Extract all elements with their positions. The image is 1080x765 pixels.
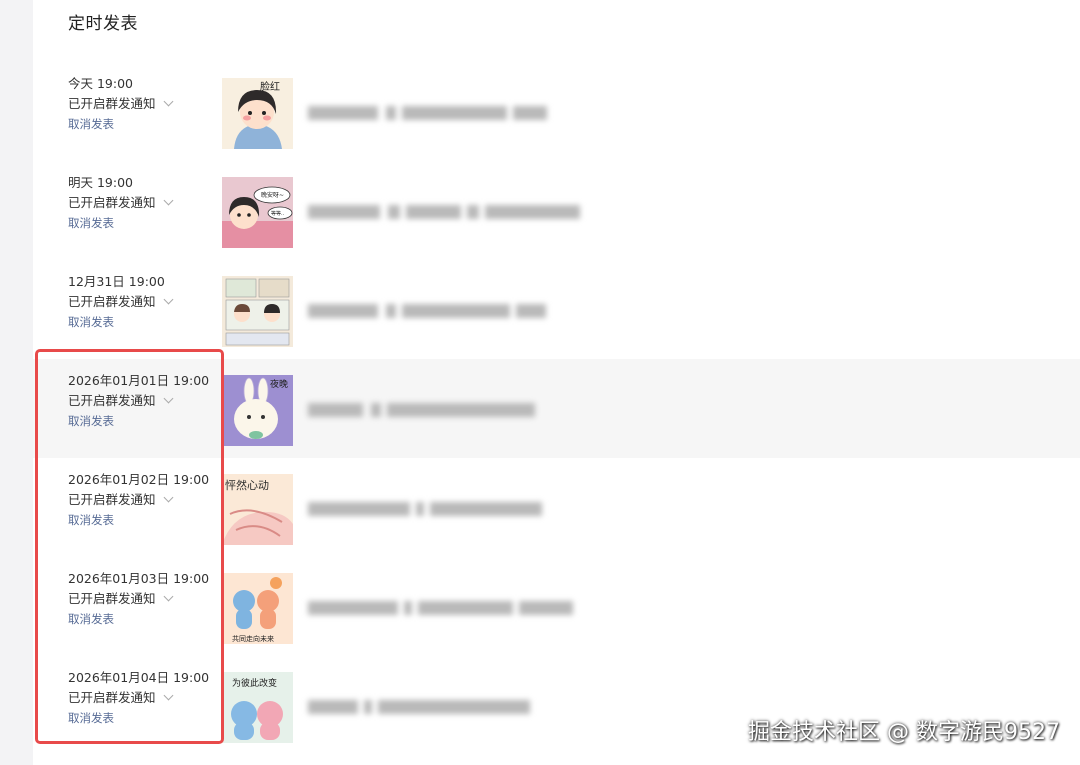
thumbnail-caption: 怦然心动 (225, 478, 269, 492)
post-thumbnail[interactable]: 晚安呀~ 等等.. (222, 177, 293, 248)
notify-label: 已开启群发通知 (68, 195, 156, 210)
post-title-blurred[interactable] (308, 302, 546, 320)
thumbnail-caption: 夜晚 (270, 378, 288, 390)
post-title-blurred[interactable] (308, 500, 542, 518)
cancel-publish-link[interactable]: 取消发表 (68, 114, 172, 134)
left-sidebar-strip (0, 0, 33, 765)
post-thumbnail[interactable] (222, 276, 293, 347)
thumbnail-caption: 脸红 (260, 80, 280, 93)
post-title-blurred[interactable] (308, 203, 580, 221)
chevron-down-icon (163, 96, 173, 107)
thumbnail-caption-2: 等等.. (271, 210, 285, 217)
thumbnail-caption: 共同走向未来 (232, 634, 274, 643)
scheduled-post-row: 明天 19:00 已开启群发通知 取消发表 晚安呀~ 等等.. (33, 161, 1080, 260)
cancel-publish-link[interactable]: 取消发表 (68, 213, 172, 233)
post-title-blurred[interactable] (308, 599, 573, 617)
post-info: 今天 19:00 已开启群发通知 取消发表 (68, 74, 173, 134)
post-title-blurred[interactable] (308, 104, 547, 122)
notify-dropdown[interactable]: 已开启群发通知 (68, 193, 173, 213)
post-info: 12月31日 19:00 已开启群发通知 取消发表 (68, 272, 173, 332)
post-title-blurred[interactable] (308, 698, 530, 716)
chevron-down-icon (163, 294, 173, 305)
post-time: 12月31日 19:00 (68, 274, 165, 289)
watermark: 掘金技术社区 @ 数字游民9527 (748, 720, 1060, 745)
post-info: 明天 19:00 已开启群发通知 取消发表 (68, 173, 173, 233)
notify-dropdown[interactable]: 已开启群发通知 (68, 292, 173, 312)
thumbnail-caption: 为彼此改变 (232, 677, 277, 689)
post-title-blurred[interactable] (308, 401, 535, 419)
notify-dropdown[interactable]: 已开启群发通知 (68, 94, 173, 114)
post-thumbnail[interactable]: 为彼此改变 (222, 672, 293, 743)
scheduled-post-row: 今天 19:00 已开启群发通知 取消发表 脸红 (33, 62, 1080, 161)
post-time: 今天 19:00 (68, 76, 133, 91)
scheduled-post-row: 12月31日 19:00 已开启群发通知 取消发表 (33, 260, 1080, 359)
highlight-annotation-box (35, 349, 224, 744)
post-thumbnail[interactable]: 夜晚 (222, 375, 293, 446)
post-time: 明天 19:00 (68, 175, 133, 190)
post-thumbnail[interactable]: 共同走向未来 (222, 573, 293, 644)
chevron-down-icon (163, 195, 173, 206)
page-title: 定时发表 (68, 14, 138, 34)
post-thumbnail[interactable]: 脸红 (222, 78, 293, 149)
notify-label: 已开启群发通知 (68, 96, 156, 111)
thumbnail-caption: 晚安呀~ (261, 191, 284, 199)
post-thumbnail[interactable]: 怦然心动 (222, 474, 293, 545)
cancel-publish-link[interactable]: 取消发表 (68, 312, 172, 332)
notify-label: 已开启群发通知 (68, 294, 156, 309)
